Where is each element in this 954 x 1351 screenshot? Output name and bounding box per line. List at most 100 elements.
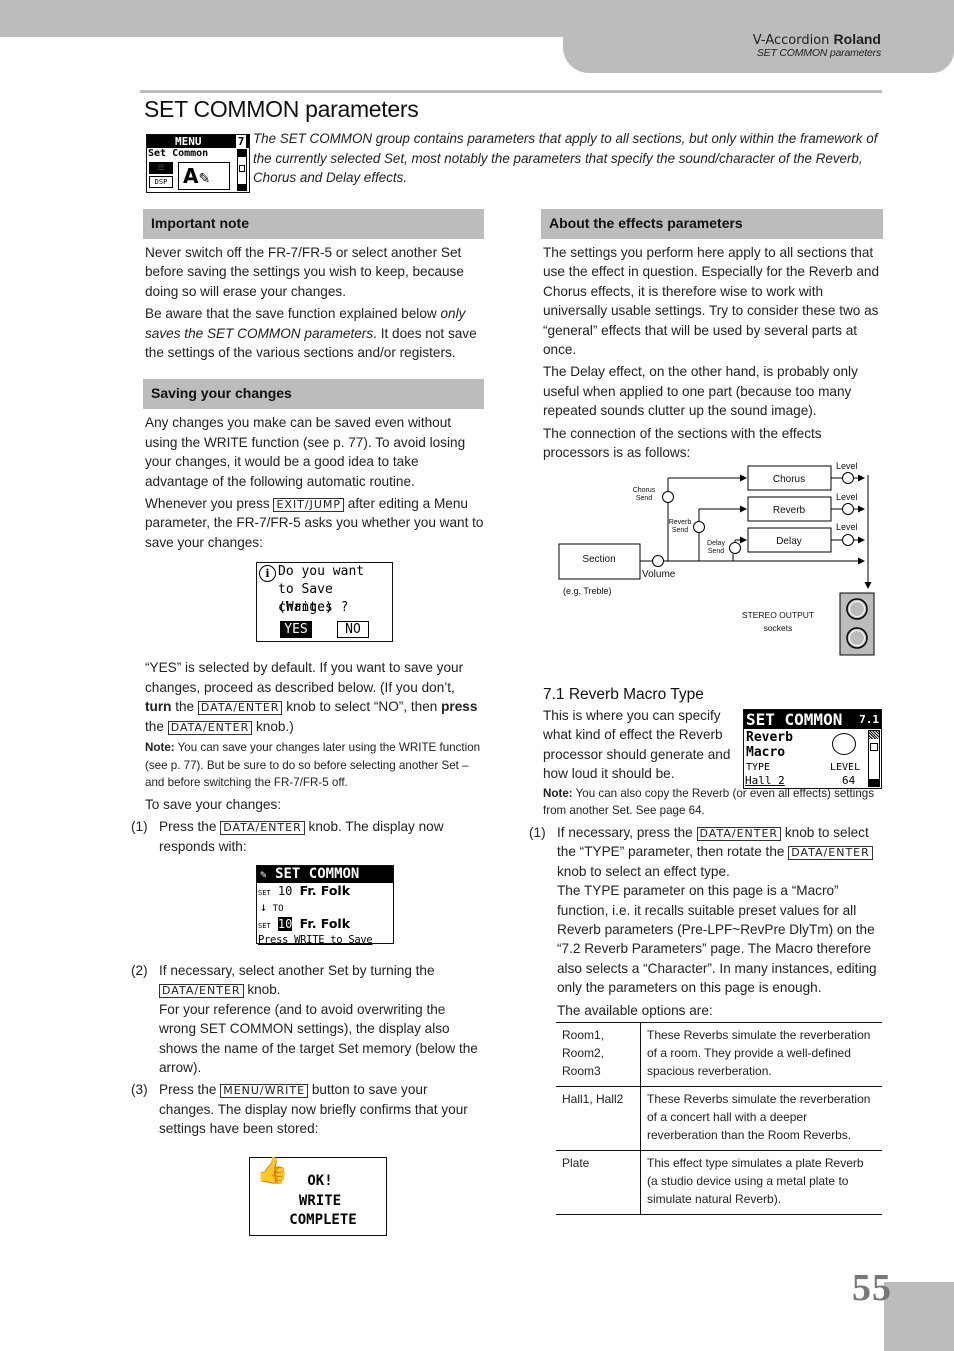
- to-label: TO: [272, 903, 284, 914]
- text-span: If necessary, press the: [557, 825, 697, 840]
- set-label: SET: [258, 888, 271, 897]
- text-span: the: [171, 699, 198, 715]
- type-value[interactable]: Hall 2: [745, 774, 785, 787]
- text-span: Press the: [159, 819, 221, 835]
- option-name: Room1, Room2, Room3: [556, 1022, 641, 1087]
- dialog-line1: Do you want: [278, 564, 365, 580]
- data-enter-key: DATA/ENTER: [197, 701, 283, 716]
- data-enter-key: DATA/ENTER: [167, 720, 253, 735]
- reverb-step-section: (1) If necessary, press the DATA/ENTER k…: [529, 823, 883, 1020]
- bold-text: turn: [145, 699, 172, 715]
- type-label: TYPE: [746, 762, 771, 773]
- edit-icon: ✎: [260, 867, 267, 881]
- step-number: (1): [529, 825, 546, 840]
- option-description: These Reverbs simulate the reverberation…: [640, 1022, 882, 1087]
- option-row: Plate This effect type simulates a plate …: [556, 1150, 882, 1215]
- save-dialog-lcd: i Do you want to Save (Write) changes ? …: [256, 562, 393, 643]
- important-note-p1: Never switch off the FR-7/FR-5 or select…: [145, 245, 464, 299]
- text-span: the: [145, 718, 168, 734]
- text-span: Whenever you press: [145, 496, 274, 512]
- step-number: (2): [131, 962, 148, 978]
- text-span: The TYPE parameter on this page is a “Ma…: [557, 883, 877, 996]
- note-text: You can save your changes later using th…: [145, 740, 481, 790]
- level-label: LEVEL: [830, 762, 861, 773]
- reverb-macro-p1: This is where you can specify what kind …: [543, 708, 731, 782]
- to-line: ↓ TO: [257, 899, 393, 916]
- level-knob-icon[interactable]: [832, 733, 856, 755]
- brand-line: V-Accordion Roland: [753, 31, 881, 48]
- brand-logo: Roland: [833, 31, 881, 47]
- step-number: (1): [131, 819, 148, 835]
- step-1: (1) Press the DATA/ENTER knob. The displ…: [131, 817, 484, 856]
- text-span: If necessary, select another Set by turn…: [159, 962, 435, 978]
- ok-line: OK!: [307, 1172, 333, 1189]
- dialog-no-button[interactable]: NO: [337, 621, 369, 639]
- write-complete-lcd: 👍 OK! WRITE COMPLETE: [249, 1155, 387, 1236]
- step-text: Press the DATA/ENTER knob. The display n…: [159, 817, 484, 856]
- volume-knob: [652, 555, 664, 567]
- data-enter-key: DATA/ENTER: [696, 827, 782, 841]
- reverb-lcd-line1: Reverb: [746, 730, 793, 745]
- scroll-up-icon: [238, 150, 246, 157]
- reverb-send-knob: [693, 521, 705, 533]
- important-note-p2: Be aware that the save function explaine…: [145, 304, 484, 362]
- text-span: For your reference (and to avoid overwri…: [159, 1001, 478, 1075]
- dialog-yes-button[interactable]: YES: [280, 621, 312, 639]
- info-icon: i: [259, 565, 276, 583]
- left-column: Important note Never switch off the FR-7…: [131, 209, 484, 1236]
- option-row: Hall1, Hall2 These Reverbs simulate the r…: [556, 1086, 882, 1151]
- delay-box-label: Delay: [776, 536, 802, 547]
- text-span: “YES” is selected by default. If you wan…: [145, 660, 464, 695]
- bold-text: press: [441, 699, 478, 715]
- data-enter-key: DATA/ENTER: [159, 984, 244, 999]
- dialog-line3: changes ?: [278, 600, 349, 616]
- section-label: Section: [582, 554, 615, 565]
- reverb-lcd-page: 7.1: [859, 713, 879, 726]
- menu-lcd-item: Set Common: [148, 148, 209, 159]
- data-enter-key: DATA/ENTER: [788, 846, 873, 861]
- menu-lcd: MENU 7 Set Common ⫶⫶⫶ DSP A✎: [146, 134, 250, 193]
- source-set-number: 10: [277, 883, 293, 898]
- reverb-box-label: Reverb: [773, 505, 806, 516]
- saving-p1: Any changes you make can be saved even w…: [145, 415, 466, 489]
- text-span: Be aware that the save function explaine…: [145, 306, 441, 322]
- source-set-line: SET 10 Fr. Folk: [257, 883, 393, 901]
- option-name: Hall1, Hall2: [556, 1086, 641, 1151]
- menu-lcd-title: MENU: [175, 135, 202, 148]
- note-text: You can also copy the Reverb (or even al…: [543, 786, 875, 818]
- scroll-down-icon: [238, 184, 246, 190]
- delay-send-knob: [729, 542, 741, 554]
- down-arrow-icon: ↓: [260, 899, 268, 914]
- step-3: (3) Press the MENU/WRITE button to save …: [131, 1080, 484, 1138]
- chorus-send-label-1: Chorus: [633, 487, 656, 494]
- delay-level-knob: [842, 534, 854, 546]
- step-text: If necessary, press the DATA/ENTER knob …: [557, 823, 883, 998]
- step-text: If necessary, select another Set by turn…: [159, 961, 484, 1077]
- text-span: knob.): [252, 718, 294, 734]
- reverb-macro-lcd: SET COMMON 7.1 Reverb Macro TYPE LEVEL H…: [743, 709, 882, 789]
- page-number-tab: [884, 1282, 954, 1351]
- option-row: Room1, Room2, Room3 These Reverbs simulat…: [556, 1022, 882, 1087]
- menu-lcd-titlebar: MENU 7: [147, 135, 249, 148]
- scroll-down-icon: [869, 779, 879, 786]
- output-label-2: sockets: [764, 623, 793, 633]
- option-description: These Reverbs simulate the reverberation…: [640, 1086, 882, 1151]
- scroll-thumb: [239, 165, 245, 172]
- thumbs-up-icon: 👍: [256, 1155, 289, 1186]
- chorus-send-label-2: Send: [636, 495, 652, 502]
- text-span: knob to select an effect type.: [557, 863, 730, 879]
- chorus-level-knob: [842, 472, 854, 484]
- note-label: Note:: [145, 740, 175, 754]
- saving-heading: Saving your changes: [143, 379, 484, 410]
- text-span: knob to select “NO”, then: [282, 699, 442, 715]
- reverb-lcd-line2: Macro: [746, 745, 786, 760]
- step-number: (3): [131, 1082, 148, 1098]
- scroll-up-icon: [869, 731, 879, 739]
- right-column: About the effects parameters The setting…: [541, 209, 883, 465]
- data-enter-key: DATA/ENTER: [220, 821, 305, 836]
- title-rule: [140, 90, 882, 93]
- page-title: SET COMMON parameters: [144, 96, 419, 122]
- intro-text: The SET COMMON group contains parameters…: [253, 131, 878, 185]
- delay-level-label: Level: [836, 522, 858, 532]
- level-value[interactable]: 64: [842, 774, 855, 787]
